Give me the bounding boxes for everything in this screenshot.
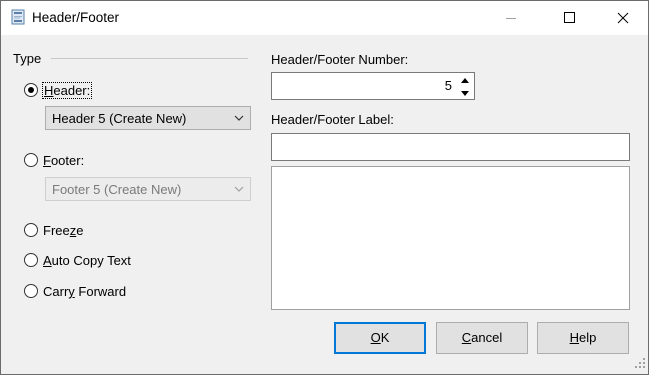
auto-copy-radio-button[interactable] [24, 253, 38, 267]
footer-select-value: Footer 5 (Create New) [52, 182, 182, 197]
minimize-icon[interactable] [488, 1, 534, 35]
carry-forward-radio-button[interactable] [24, 284, 38, 298]
number-label: Header/Footer Number: [271, 52, 409, 67]
radio-selected-dot [28, 87, 34, 93]
label-field-label: Header/Footer Label: [271, 112, 394, 127]
close-icon[interactable] [600, 1, 646, 35]
header-select[interactable]: Header 5 (Create New) [45, 106, 251, 130]
number-spinbox[interactable]: 5 [271, 72, 475, 100]
notes-textarea[interactable] [271, 166, 630, 310]
footer-select[interactable]: Footer 5 (Create New) [45, 177, 251, 201]
chevron-down-icon [234, 186, 244, 192]
spin-up-icon[interactable] [457, 74, 473, 87]
app-icon [10, 9, 26, 25]
carry-forward-radio-label: Carry Forward [43, 284, 127, 299]
cancel-button[interactable]: Cancel [436, 322, 528, 354]
footer-radio-button[interactable] [24, 153, 38, 167]
chevron-down-icon [234, 115, 244, 121]
maximize-icon[interactable] [546, 1, 592, 35]
header-radio-label: Header: [42, 82, 93, 99]
auto-copy-radio-label: Auto Copy Text [43, 253, 131, 268]
freeze-radio-label: Freeze [43, 223, 84, 238]
freeze-radio-button[interactable] [24, 223, 38, 237]
ok-button[interactable]: OK [334, 322, 426, 354]
window-title: Header/Footer [32, 10, 120, 25]
help-button[interactable]: Help [537, 322, 629, 354]
spin-down-icon[interactable] [457, 87, 473, 100]
header-radio-button[interactable] [24, 83, 38, 97]
footer-radio-label: Footer: [43, 153, 85, 168]
group-divider [51, 58, 248, 59]
resize-grip-icon[interactable] [634, 357, 646, 372]
header-footer-dialog: Header/Footer Type Header: Header 5 (Cre… [0, 0, 649, 375]
header-select-value: Header 5 (Create New) [52, 111, 187, 126]
number-value: 5 [444, 78, 452, 93]
type-group-legend: Type [13, 51, 42, 66]
label-input[interactable] [271, 133, 630, 161]
title-bar[interactable]: Header/Footer [1, 1, 648, 35]
